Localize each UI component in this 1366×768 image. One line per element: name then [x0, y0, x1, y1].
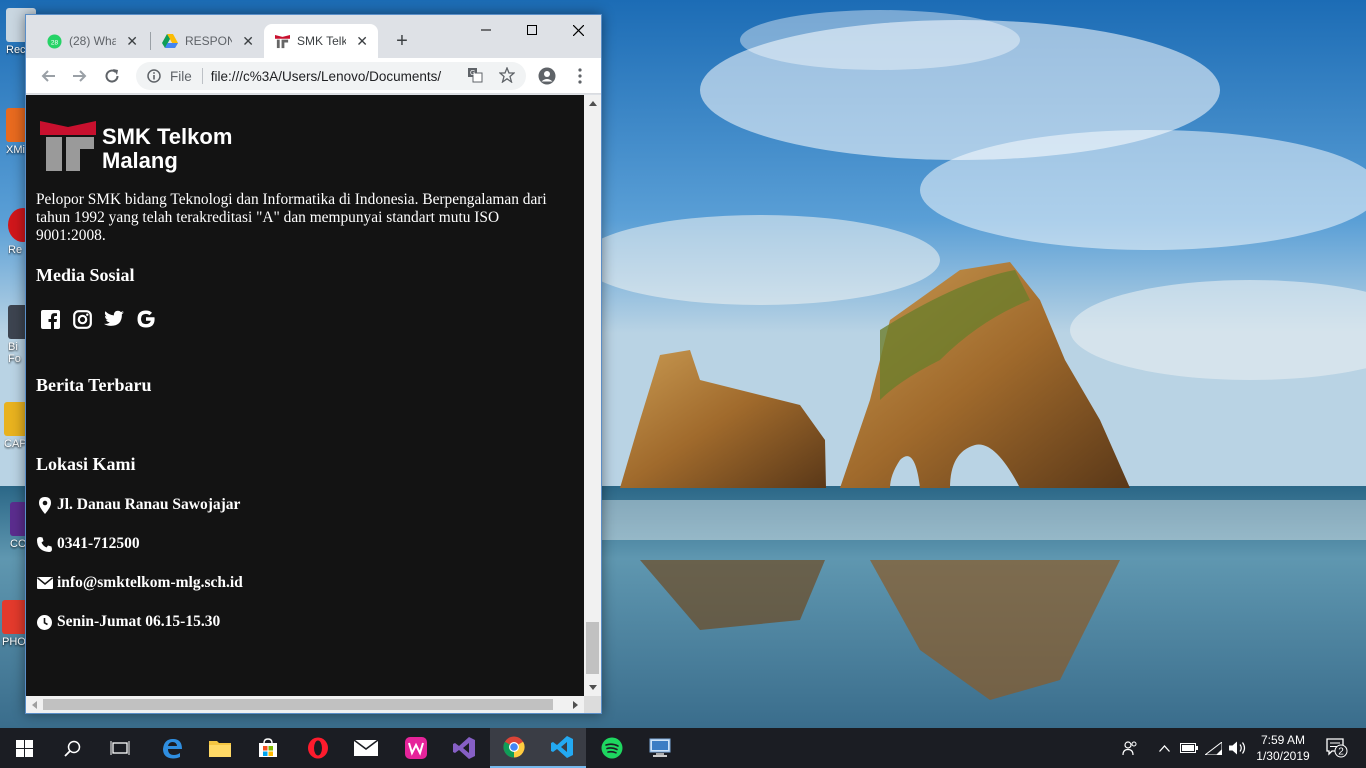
reload-button[interactable]	[98, 62, 126, 90]
close-tab-icon[interactable]: ✕	[356, 33, 368, 50]
taskbar-clock[interactable]: 7:59 AM 1/30/2019	[1248, 732, 1318, 764]
facebook-icon[interactable]	[40, 309, 60, 329]
news-heading: Berita Terbaru	[36, 375, 152, 395]
translate-icon[interactable]: G	[467, 67, 483, 86]
social-links	[40, 309, 156, 329]
search-icon[interactable]	[48, 728, 96, 768]
close-window-button[interactable]	[555, 15, 601, 45]
url-scheme-label: File	[170, 68, 192, 84]
file-explorer-icon[interactable]	[196, 728, 244, 768]
volume-icon[interactable]	[1226, 728, 1248, 768]
battery-icon[interactable]	[1178, 728, 1200, 768]
menu-button[interactable]	[566, 62, 594, 90]
vertical-scroll-thumb[interactable]	[586, 622, 599, 674]
email-text[interactable]: info@smktelkom-mlg.sch.id	[57, 574, 243, 592]
social-heading: Media Sosial	[36, 265, 135, 285]
google-drive-icon	[162, 33, 178, 49]
map-marker-icon	[36, 496, 53, 514]
address-row: Jl. Danau Ranau Sawojajar	[36, 496, 240, 514]
scrollbar-corner	[584, 696, 601, 713]
info-icon[interactable]	[146, 68, 162, 84]
close-tab-icon[interactable]: ✕	[242, 33, 254, 50]
browser-window: 28 (28) WhatsApp ✕ RESPONSIVE ✕ SMK Telk…	[25, 14, 602, 714]
notification-count: 2	[1338, 747, 1344, 758]
opera-icon[interactable]	[294, 728, 342, 768]
svg-text:G: G	[470, 70, 475, 77]
visual-studio-icon[interactable]	[440, 728, 488, 768]
tab-smk-telkom[interactable]: SMK Telkom ✕	[264, 24, 378, 58]
chrome-icon[interactable]	[490, 728, 538, 768]
svg-text:SMK Telkom: SMK Telkom	[102, 124, 232, 149]
bookmark-star-icon[interactable]	[498, 65, 516, 86]
scroll-up-icon[interactable]	[584, 95, 601, 112]
vscode-icon[interactable]	[538, 728, 586, 768]
wifi-icon[interactable]	[1202, 728, 1224, 768]
scroll-left-icon[interactable]	[26, 696, 43, 713]
instagram-icon[interactable]	[72, 309, 92, 329]
vertical-scrollbar[interactable]	[584, 95, 601, 696]
chevron-up-icon[interactable]	[1154, 728, 1174, 768]
tab-strip: 28 (28) WhatsApp ✕ RESPONSIVE ✕ SMK Telk…	[26, 15, 601, 58]
spotify-icon[interactable]	[588, 728, 636, 768]
taskbar: 7:59 AM 1/30/2019 2	[0, 728, 1366, 768]
about-text: Pelopor SMK bidang Teknologi dan Informa…	[36, 191, 547, 244]
google-icon[interactable]	[136, 309, 156, 329]
telkom-icon	[274, 33, 290, 49]
windows-start-icon[interactable]	[0, 728, 48, 768]
task-view-icon[interactable]	[96, 728, 144, 768]
phone-row: 0341-712500	[36, 535, 140, 553]
scroll-right-icon[interactable]	[567, 696, 584, 713]
address-text: Jl. Danau Ranau Sawojajar	[57, 496, 241, 513]
tab-title: RESPONSIVE	[185, 34, 233, 48]
envelope-icon	[36, 575, 53, 592]
horizontal-scroll-thumb[interactable]	[43, 699, 553, 710]
twitter-icon[interactable]	[104, 309, 124, 329]
svg-text:28: 28	[50, 39, 58, 46]
back-button[interactable]	[34, 62, 62, 90]
svg-text:Malang: Malang	[102, 148, 178, 173]
tab-title: (28) WhatsApp	[69, 34, 117, 48]
smk-telkom-logo[interactable]: SMK Telkom Malang	[40, 117, 245, 173]
clock-icon	[36, 614, 53, 631]
new-tab-button[interactable]: +	[390, 27, 414, 55]
forward-button[interactable]	[66, 62, 94, 90]
action-center-icon[interactable]: 2	[1322, 728, 1352, 768]
tab-divider	[150, 32, 151, 50]
tab-whatsapp[interactable]: 28 (28) WhatsApp ✕	[36, 24, 148, 58]
wamp-icon[interactable]	[392, 728, 440, 768]
close-tab-icon[interactable]: ✕	[126, 33, 138, 50]
edge-icon[interactable]	[148, 728, 196, 768]
minimize-button[interactable]	[463, 15, 509, 45]
omnibox-divider	[201, 68, 203, 84]
page-content: SMK Telkom Malang Pelopor SMK bidang Tek…	[26, 95, 584, 696]
tab-title: SMK Telkom	[297, 34, 347, 48]
maximize-button[interactable]	[509, 15, 555, 45]
browser-toolbar: File file:///c%3A/Users/Lenovo/Documents…	[26, 58, 601, 94]
tab-responsive[interactable]: RESPONSIVE ✕	[152, 24, 264, 58]
clock-time: 7:59 AM	[1260, 733, 1306, 747]
profile-button[interactable]	[533, 62, 561, 90]
address-bar[interactable]: File file:///c%3A/Users/Lenovo/Documents…	[136, 62, 526, 90]
phone-text: 0341-712500	[57, 535, 140, 552]
scroll-down-icon[interactable]	[584, 679, 601, 696]
people-icon[interactable]	[1116, 728, 1144, 768]
mail-icon[interactable]	[342, 728, 390, 768]
remote-desktop-icon[interactable]	[636, 728, 684, 768]
store-icon[interactable]	[244, 728, 292, 768]
hours-text: Senin-Jumat 06.15-15.30	[57, 613, 221, 630]
email-row: info@smktelkom-mlg.sch.id	[36, 574, 243, 592]
whatsapp-icon: 28	[46, 33, 62, 49]
clock-date: 1/30/2019	[1256, 749, 1310, 763]
hours-row: Senin-Jumat 06.15-15.30	[36, 613, 220, 631]
url-text[interactable]: file:///c%3A/Users/Lenovo/Documents/	[211, 69, 457, 84]
horizontal-scrollbar[interactable]	[26, 696, 584, 713]
phone-icon	[36, 536, 53, 553]
location-heading: Lokasi Kami	[36, 454, 136, 474]
